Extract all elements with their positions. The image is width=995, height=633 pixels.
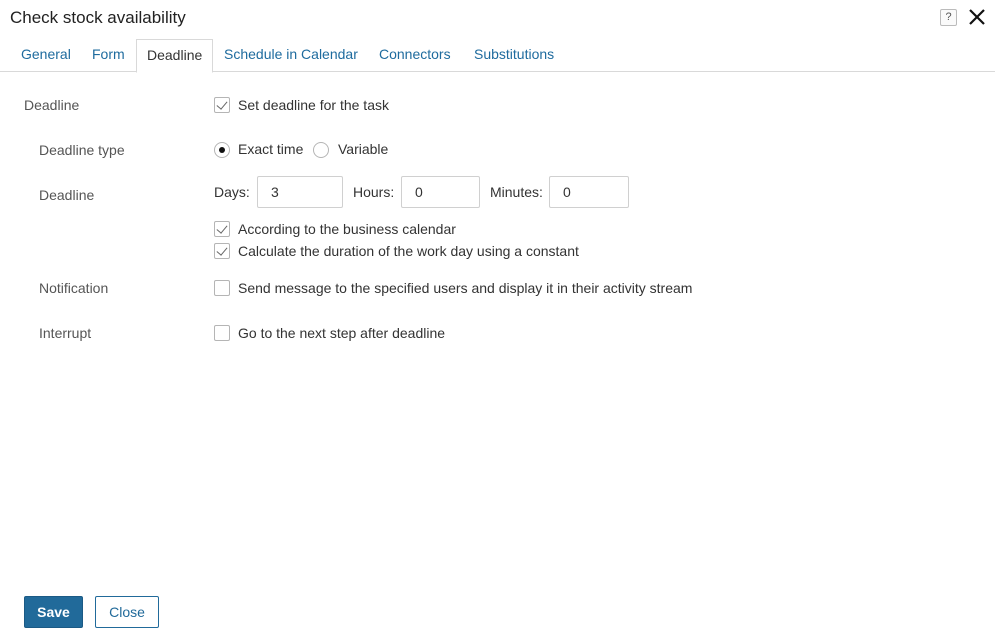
work-day-constant-checkbox[interactable] bbox=[214, 243, 230, 259]
variable-label[interactable]: Variable bbox=[338, 141, 388, 157]
minutes-label: Minutes: bbox=[490, 184, 543, 200]
business-calendar-label[interactable]: According to the business calendar bbox=[238, 221, 456, 237]
save-button[interactable]: Save bbox=[24, 596, 83, 628]
tab-general[interactable]: General bbox=[21, 39, 71, 72]
tab-deadline[interactable]: Deadline bbox=[136, 39, 214, 73]
send-message-label[interactable]: Send message to the specified users and … bbox=[238, 280, 692, 296]
next-step-checkbox[interactable] bbox=[214, 325, 230, 341]
hours-label: Hours: bbox=[353, 184, 395, 200]
days-label: Days: bbox=[214, 184, 250, 200]
exact-time-label[interactable]: Exact time bbox=[238, 141, 303, 157]
set-deadline-label[interactable]: Set deadline for the task bbox=[238, 97, 389, 113]
set-deadline-checkbox[interactable] bbox=[214, 97, 230, 113]
minutes-input[interactable] bbox=[549, 176, 629, 208]
tab-connectors[interactable]: Connectors bbox=[379, 39, 451, 72]
work-day-constant-label[interactable]: Calculate the duration of the work day u… bbox=[238, 243, 579, 259]
deadline-type-label: Deadline type bbox=[39, 142, 125, 158]
days-input[interactable] bbox=[257, 176, 343, 208]
tab-form[interactable]: Form bbox=[92, 39, 125, 72]
exact-time-radio[interactable] bbox=[214, 142, 230, 158]
tab-schedule-in-calendar[interactable]: Schedule in Calendar bbox=[224, 39, 358, 72]
send-message-checkbox[interactable] bbox=[214, 280, 230, 296]
interrupt-label: Interrupt bbox=[39, 325, 92, 341]
close-icon[interactable] bbox=[966, 6, 988, 28]
help-icon[interactable]: ? bbox=[940, 9, 957, 26]
close-button[interactable]: Close bbox=[95, 596, 159, 628]
deadline-label: Deadline bbox=[39, 187, 95, 203]
next-step-label[interactable]: Go to the next step after deadline bbox=[238, 325, 445, 341]
variable-radio[interactable] bbox=[313, 142, 329, 158]
tab-bar: General Form Deadline Schedule in Calend… bbox=[0, 39, 995, 73]
deadline-section-label: Deadline bbox=[24, 97, 80, 113]
notification-label: Notification bbox=[39, 280, 109, 296]
tab-substitutions[interactable]: Substitutions bbox=[474, 39, 554, 72]
dialog-title: Check stock availability bbox=[10, 8, 186, 27]
hours-input[interactable] bbox=[401, 176, 480, 208]
business-calendar-checkbox[interactable] bbox=[214, 221, 230, 237]
